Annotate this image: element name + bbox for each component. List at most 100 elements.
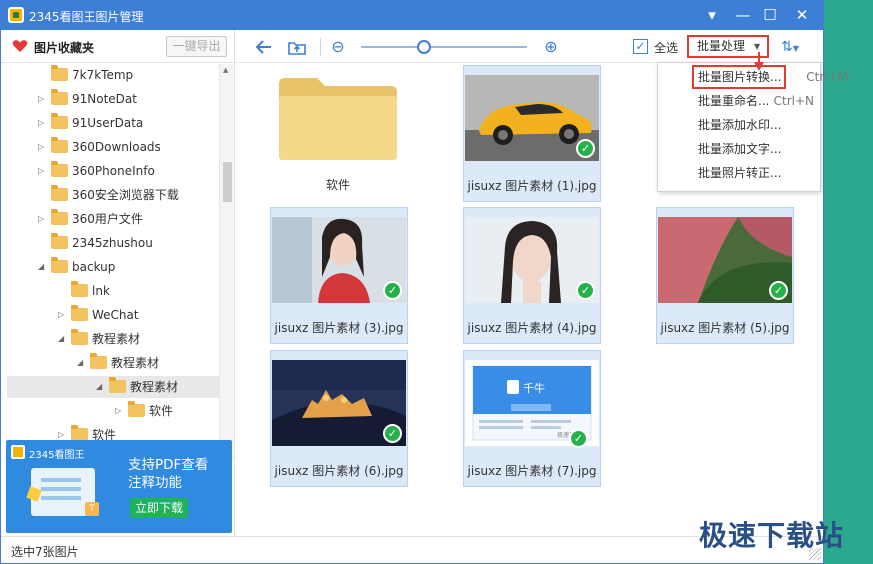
folder-icon xyxy=(71,305,88,321)
scrollbar-thumb[interactable] xyxy=(223,162,232,202)
folder-tree: 7k7kTemp ▷ 91NoteDat ▷ 91UserData ▷ 360Downloa… xyxy=(1,64,219,460)
menu-item-label: 批量照片转正... xyxy=(698,166,782,180)
one-click-export-button[interactable]: 一键导出 xyxy=(166,36,227,57)
tree-item[interactable]: ◢ 教程素材 xyxy=(1,352,219,374)
menu-item-label: 批量图片转换... xyxy=(698,70,782,84)
tree-item[interactable]: 7k7kTemp xyxy=(1,64,219,86)
selected-check-icon: ✓ xyxy=(383,424,402,443)
tree-item-label: 360Downloads xyxy=(72,140,161,154)
select-all-label[interactable]: 全选 xyxy=(654,39,678,56)
expanded-arrow-icon[interactable]: ◢ xyxy=(96,376,104,398)
selected-check-icon: ✓ xyxy=(383,281,402,300)
banner-title-line1: 支持PDF查看 xyxy=(128,457,209,473)
tree-scrollbar[interactable]: ▲ ▼ xyxy=(219,64,234,462)
tree-item[interactable]: ▷ 软件 xyxy=(1,400,219,422)
scroll-up-icon[interactable]: ▲ xyxy=(223,66,228,74)
selected-check-icon: ✓ xyxy=(569,429,588,448)
tree-item[interactable]: 360安全浏览器下载 xyxy=(1,184,219,206)
folder-icon xyxy=(71,281,88,297)
toolbar-separator xyxy=(320,38,321,56)
tree-item[interactable]: ▷ 360Downloads xyxy=(1,136,219,158)
expanded-arrow-icon[interactable]: ◢ xyxy=(77,352,85,374)
tree-item-label: 91UserData xyxy=(72,116,144,130)
folder-icon xyxy=(71,329,88,345)
selected-check-icon: ✓ xyxy=(576,139,595,158)
image-tile[interactable]: ✓ jisuxz 图片素材 (1).jpg xyxy=(463,65,601,202)
zoom-in-icon[interactable]: ⊕ xyxy=(541,37,561,57)
tree-item[interactable]: 2345zhushou xyxy=(1,232,219,254)
collapsed-arrow-icon[interactable]: ▷ xyxy=(38,88,46,110)
folder-icon xyxy=(90,353,107,369)
batch-menu-item[interactable]: 批量添加水印... xyxy=(658,113,820,137)
collapsed-arrow-icon[interactable]: ▷ xyxy=(38,160,46,182)
tree-item-label: 360安全浏览器下载 xyxy=(72,188,179,202)
image-tile[interactable]: ✓ jisuxz 图片素材 (6).jpg xyxy=(270,350,408,487)
collapsed-arrow-icon[interactable]: ▷ xyxy=(115,400,123,422)
image-label: jisuxz 图片素材 (4).jpg xyxy=(467,321,597,335)
expanded-arrow-icon[interactable]: ◢ xyxy=(38,256,46,278)
folder-icon xyxy=(51,161,68,177)
tree-item[interactable]: ▷ 91NoteDat xyxy=(1,88,219,110)
tree-item[interactable]: ▷ 360用户文件 xyxy=(1,208,219,230)
favorites-header: 图片收藏夹 一键导出 xyxy=(1,30,234,63)
tree-item-label: 360用户文件 xyxy=(72,212,143,226)
tree-item[interactable]: ▷ WeChat xyxy=(1,304,219,326)
status-text: 选中7张图片 xyxy=(11,545,79,559)
image-label: jisuxz 图片素材 (3).jpg xyxy=(274,321,404,335)
batch-menu-item[interactable]: 批量图片转换... Ctrl+M xyxy=(692,65,848,89)
title-bar[interactable]: 2345看图王图片管理 ▾ — ☐ ✕ xyxy=(1,1,823,30)
tree-item[interactable]: ◢ 教程素材 xyxy=(7,376,219,398)
tree-item-label: 教程素材 xyxy=(92,332,141,346)
back-arrow-icon[interactable] xyxy=(254,37,274,57)
batch-menu-item[interactable]: 批量照片转正... xyxy=(658,161,820,185)
download-now-button[interactable]: 立即下载 xyxy=(130,498,188,518)
collapsed-arrow-icon[interactable]: ▷ xyxy=(38,112,46,134)
image-label: jisuxz 图片素材 (7).jpg xyxy=(467,464,597,478)
image-tile[interactable]: 千牛 极速下载 ✓ jisuxz 图片素材 (7).jpg xyxy=(463,350,601,487)
tree-item[interactable]: ▷ 360PhoneInfo xyxy=(1,160,219,182)
collapsed-arrow-icon[interactable]: ▷ xyxy=(38,208,46,230)
tree-item-label: 360PhoneInfo xyxy=(72,164,155,178)
menu-item-label: 批量添加水印... xyxy=(698,118,782,132)
folder-up-icon[interactable] xyxy=(287,37,307,57)
zoom-out-icon[interactable]: ⊖ xyxy=(328,37,348,57)
image-tile[interactable]: ✓ jisuxz 图片素材 (3).jpg xyxy=(270,207,408,344)
collapsed-arrow-icon[interactable]: ▷ xyxy=(58,304,66,326)
app-thumb-text: 千牛 xyxy=(523,381,545,395)
maximize-button[interactable]: ☐ xyxy=(759,5,781,25)
menu-dropdown-button[interactable]: ▾ xyxy=(701,5,723,25)
watermark-text: 极速下载站 xyxy=(699,519,845,552)
image-tile[interactable]: ✓ jisuxz 图片素材 (4).jpg xyxy=(463,207,601,344)
zoom-slider[interactable] xyxy=(361,40,527,54)
batch-menu-item[interactable]: 批量重命名... Ctrl+N xyxy=(658,89,820,113)
folder-icon xyxy=(279,78,397,160)
favorites-label: 图片收藏夹 xyxy=(34,41,95,55)
selected-check-icon: ✓ xyxy=(769,281,788,300)
heart-icon xyxy=(12,40,28,52)
select-all-checkbox[interactable]: ✓ xyxy=(633,39,648,54)
sidebar: 图片收藏夹 一键导出 7k7kTemp ▷ 91NoteDat ▷ 91UserData… xyxy=(1,30,235,536)
tree-item[interactable]: ◢ backup xyxy=(1,256,219,278)
window-title: 2345看图王图片管理 xyxy=(29,10,144,24)
tree-item[interactable]: lnk xyxy=(1,280,219,302)
zoom-slider-thumb[interactable] xyxy=(417,40,432,54)
banner-title: 支持PDF查看 注释功能 xyxy=(128,456,208,492)
tree-item[interactable]: ◢ 教程素材 xyxy=(1,328,219,350)
expanded-arrow-icon[interactable]: ◢ xyxy=(58,328,66,350)
folder-icon xyxy=(51,185,68,201)
folder-icon xyxy=(128,401,145,417)
batch-menu-item[interactable]: 批量添加文字... xyxy=(658,137,820,161)
image-label: jisuxz 图片素材 (1).jpg xyxy=(467,179,597,193)
close-button[interactable]: ✕ xyxy=(791,5,813,25)
tree-item-label: WeChat xyxy=(92,308,139,322)
sort-icon[interactable]: ⇅▼ xyxy=(781,36,811,58)
folder-icon xyxy=(51,137,68,153)
pdf-promo-banner[interactable]: 2345看图王 T 支持PDF查看 注释功能 立即下载 xyxy=(6,440,232,533)
tree-item-label: backup xyxy=(72,260,116,274)
collapsed-arrow-icon[interactable]: ▷ xyxy=(38,136,46,158)
image-tile[interactable]: ✓ jisuxz 图片素材 (5).jpg xyxy=(656,207,794,344)
minimize-button[interactable]: — xyxy=(732,5,754,25)
tree-item-label: 软件 xyxy=(149,404,174,418)
image-label: jisuxz 图片素材 (5).jpg xyxy=(660,321,790,335)
tree-item[interactable]: ▷ 91UserData xyxy=(1,112,219,134)
